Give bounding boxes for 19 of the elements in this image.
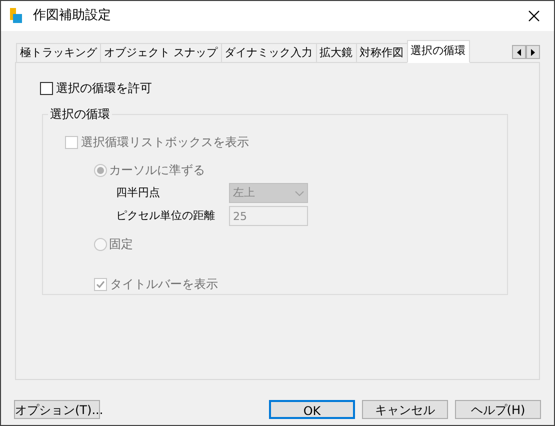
left-arrow-icon	[516, 48, 522, 56]
scroll-right-button[interactable]	[526, 45, 540, 59]
close-icon[interactable]	[528, 10, 540, 22]
right-arrow-icon	[530, 48, 536, 56]
distance-label: ピクセル単位の距離	[116, 208, 216, 224]
dialog-button[interactable]: ヘルプ(H)	[455, 400, 541, 419]
dialog-button[interactable]: OK	[269, 400, 355, 419]
checkbox[interactable]: 選択の循環を許可	[40, 79, 152, 97]
scroll-left-button[interactable]	[512, 45, 526, 59]
app-icon	[9, 8, 23, 24]
quadrant-label: 四半円点	[116, 184, 161, 201]
chevron-down-icon	[295, 190, 304, 196]
dialog-button[interactable]: キャンセル	[362, 400, 448, 419]
tab[interactable]: 選択の循環	[406, 40, 470, 63]
tab[interactable]: 極トラッキング	[16, 43, 101, 63]
group-title: 選択の循環	[49, 106, 111, 123]
checkmark-icon	[95, 278, 106, 290]
window-title: 作図補助設定	[33, 7, 111, 26]
dialog-button[interactable]: オプション(T)...	[14, 400, 100, 419]
